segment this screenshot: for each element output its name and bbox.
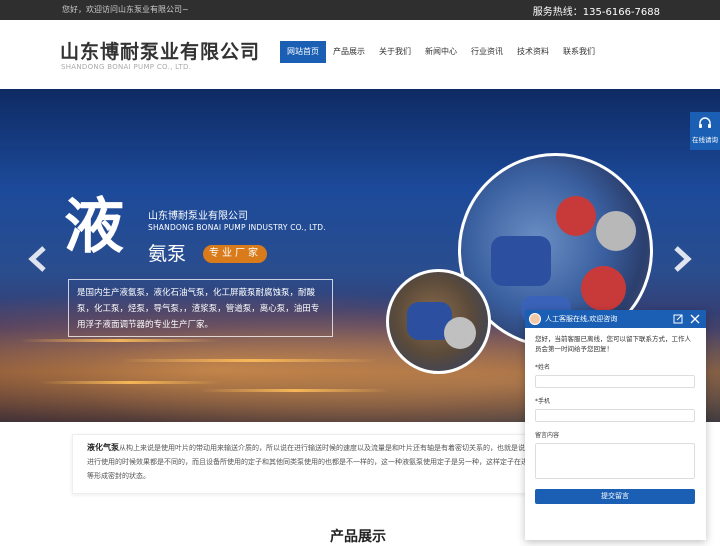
pump-motor-blue xyxy=(491,236,551,286)
agent-avatar xyxy=(529,313,541,325)
pump-head-red xyxy=(556,196,596,236)
site-header: 山东博耐泵业有限公司 SHANDONG BONAI PUMP CO., LTD.… xyxy=(0,20,720,89)
banner-subtitle: 氨泵 xyxy=(148,243,187,265)
pump-casing-silver xyxy=(444,317,476,349)
nav-products[interactable]: 产品展示 xyxy=(326,41,372,63)
nav-contact[interactable]: 联系我们 xyxy=(556,41,602,63)
nav-about[interactable]: 关于我们 xyxy=(372,41,418,63)
message-field[interactable] xyxy=(535,443,695,479)
pump-photo-small xyxy=(386,269,491,374)
phone-field[interactable] xyxy=(535,409,695,422)
message-label: 留言内容 xyxy=(535,432,560,439)
online-service-button[interactable]: 在线请询 xyxy=(690,112,720,150)
pump-head-red xyxy=(581,266,626,311)
chat-offline-note: 您好，当前客服已离线，您可以留下联系方式，工作人员会第一时间给予您回复！ xyxy=(535,335,691,353)
chat-header: 人工客服在线,欢迎咨询 xyxy=(525,310,706,328)
chevron-left-icon[interactable] xyxy=(24,244,54,274)
banner-big-character: 液 xyxy=(64,192,124,262)
name-field[interactable] xyxy=(535,375,695,388)
chat-widget: 人工客服在线,欢迎咨询 您好，当前客服已离线，您可以留下联系方式，工作人员会第一… xyxy=(525,310,706,540)
intro-keyword[interactable]: 液化气泵 xyxy=(87,443,119,452)
phone-label: *手机 xyxy=(535,398,551,405)
expand-icon[interactable] xyxy=(671,310,685,328)
close-icon[interactable] xyxy=(688,310,702,328)
welcome-text: 您好，欢迎访问山东泵业有限公司~ xyxy=(62,5,189,14)
pump-casing-silver xyxy=(596,211,636,251)
headset-icon xyxy=(699,117,711,128)
section-title: 产品展示 xyxy=(330,529,386,545)
submit-button[interactable]: 提交留言 xyxy=(535,489,695,504)
name-label: *姓名 xyxy=(535,364,551,371)
nav-industry[interactable]: 行业资讯 xyxy=(464,41,510,63)
nav-news[interactable]: 新闻中心 xyxy=(418,41,464,63)
logo-title[interactable]: 山东博耐泵业有限公司 xyxy=(60,37,260,64)
chevron-right-icon[interactable] xyxy=(666,244,696,274)
banner-badge: 专业厂家 xyxy=(203,245,267,263)
nav-home[interactable]: 网站首页 xyxy=(280,41,326,63)
logo-subtitle: SHANDONG BONAI PUMP CO., LTD. xyxy=(61,63,192,71)
banner-company-cn: 山东博耐泵业有限公司 xyxy=(148,211,248,222)
light-streak xyxy=(20,339,220,342)
banner-description: 是国内生产液氨泵，液化石油气泵，化工屏蔽泵耐腐蚀泵，耐酸泵，化工泵，烃泵，导气泵… xyxy=(68,279,333,337)
light-streak xyxy=(40,381,220,384)
chat-header-title: 人工客服在线,欢迎咨询 xyxy=(545,315,618,323)
banner-company-en: SHANDONG BONAI PUMP INDUSTRY CO., LTD. xyxy=(148,223,326,232)
top-bar: 您好，欢迎访问山东泵业有限公司~ 服务热线：135-6166-7688 xyxy=(0,0,720,20)
light-streak xyxy=(120,359,380,362)
main-nav: 网站首页 产品展示 关于我们 新闻中心 行业资讯 技术资料 联系我们 xyxy=(280,41,602,63)
online-service-label: 在线请询 xyxy=(692,136,718,144)
light-streak xyxy=(200,389,390,392)
hotline-text: 服务热线：135-6166-7688 xyxy=(532,7,660,18)
nav-tech[interactable]: 技术资料 xyxy=(510,41,556,63)
